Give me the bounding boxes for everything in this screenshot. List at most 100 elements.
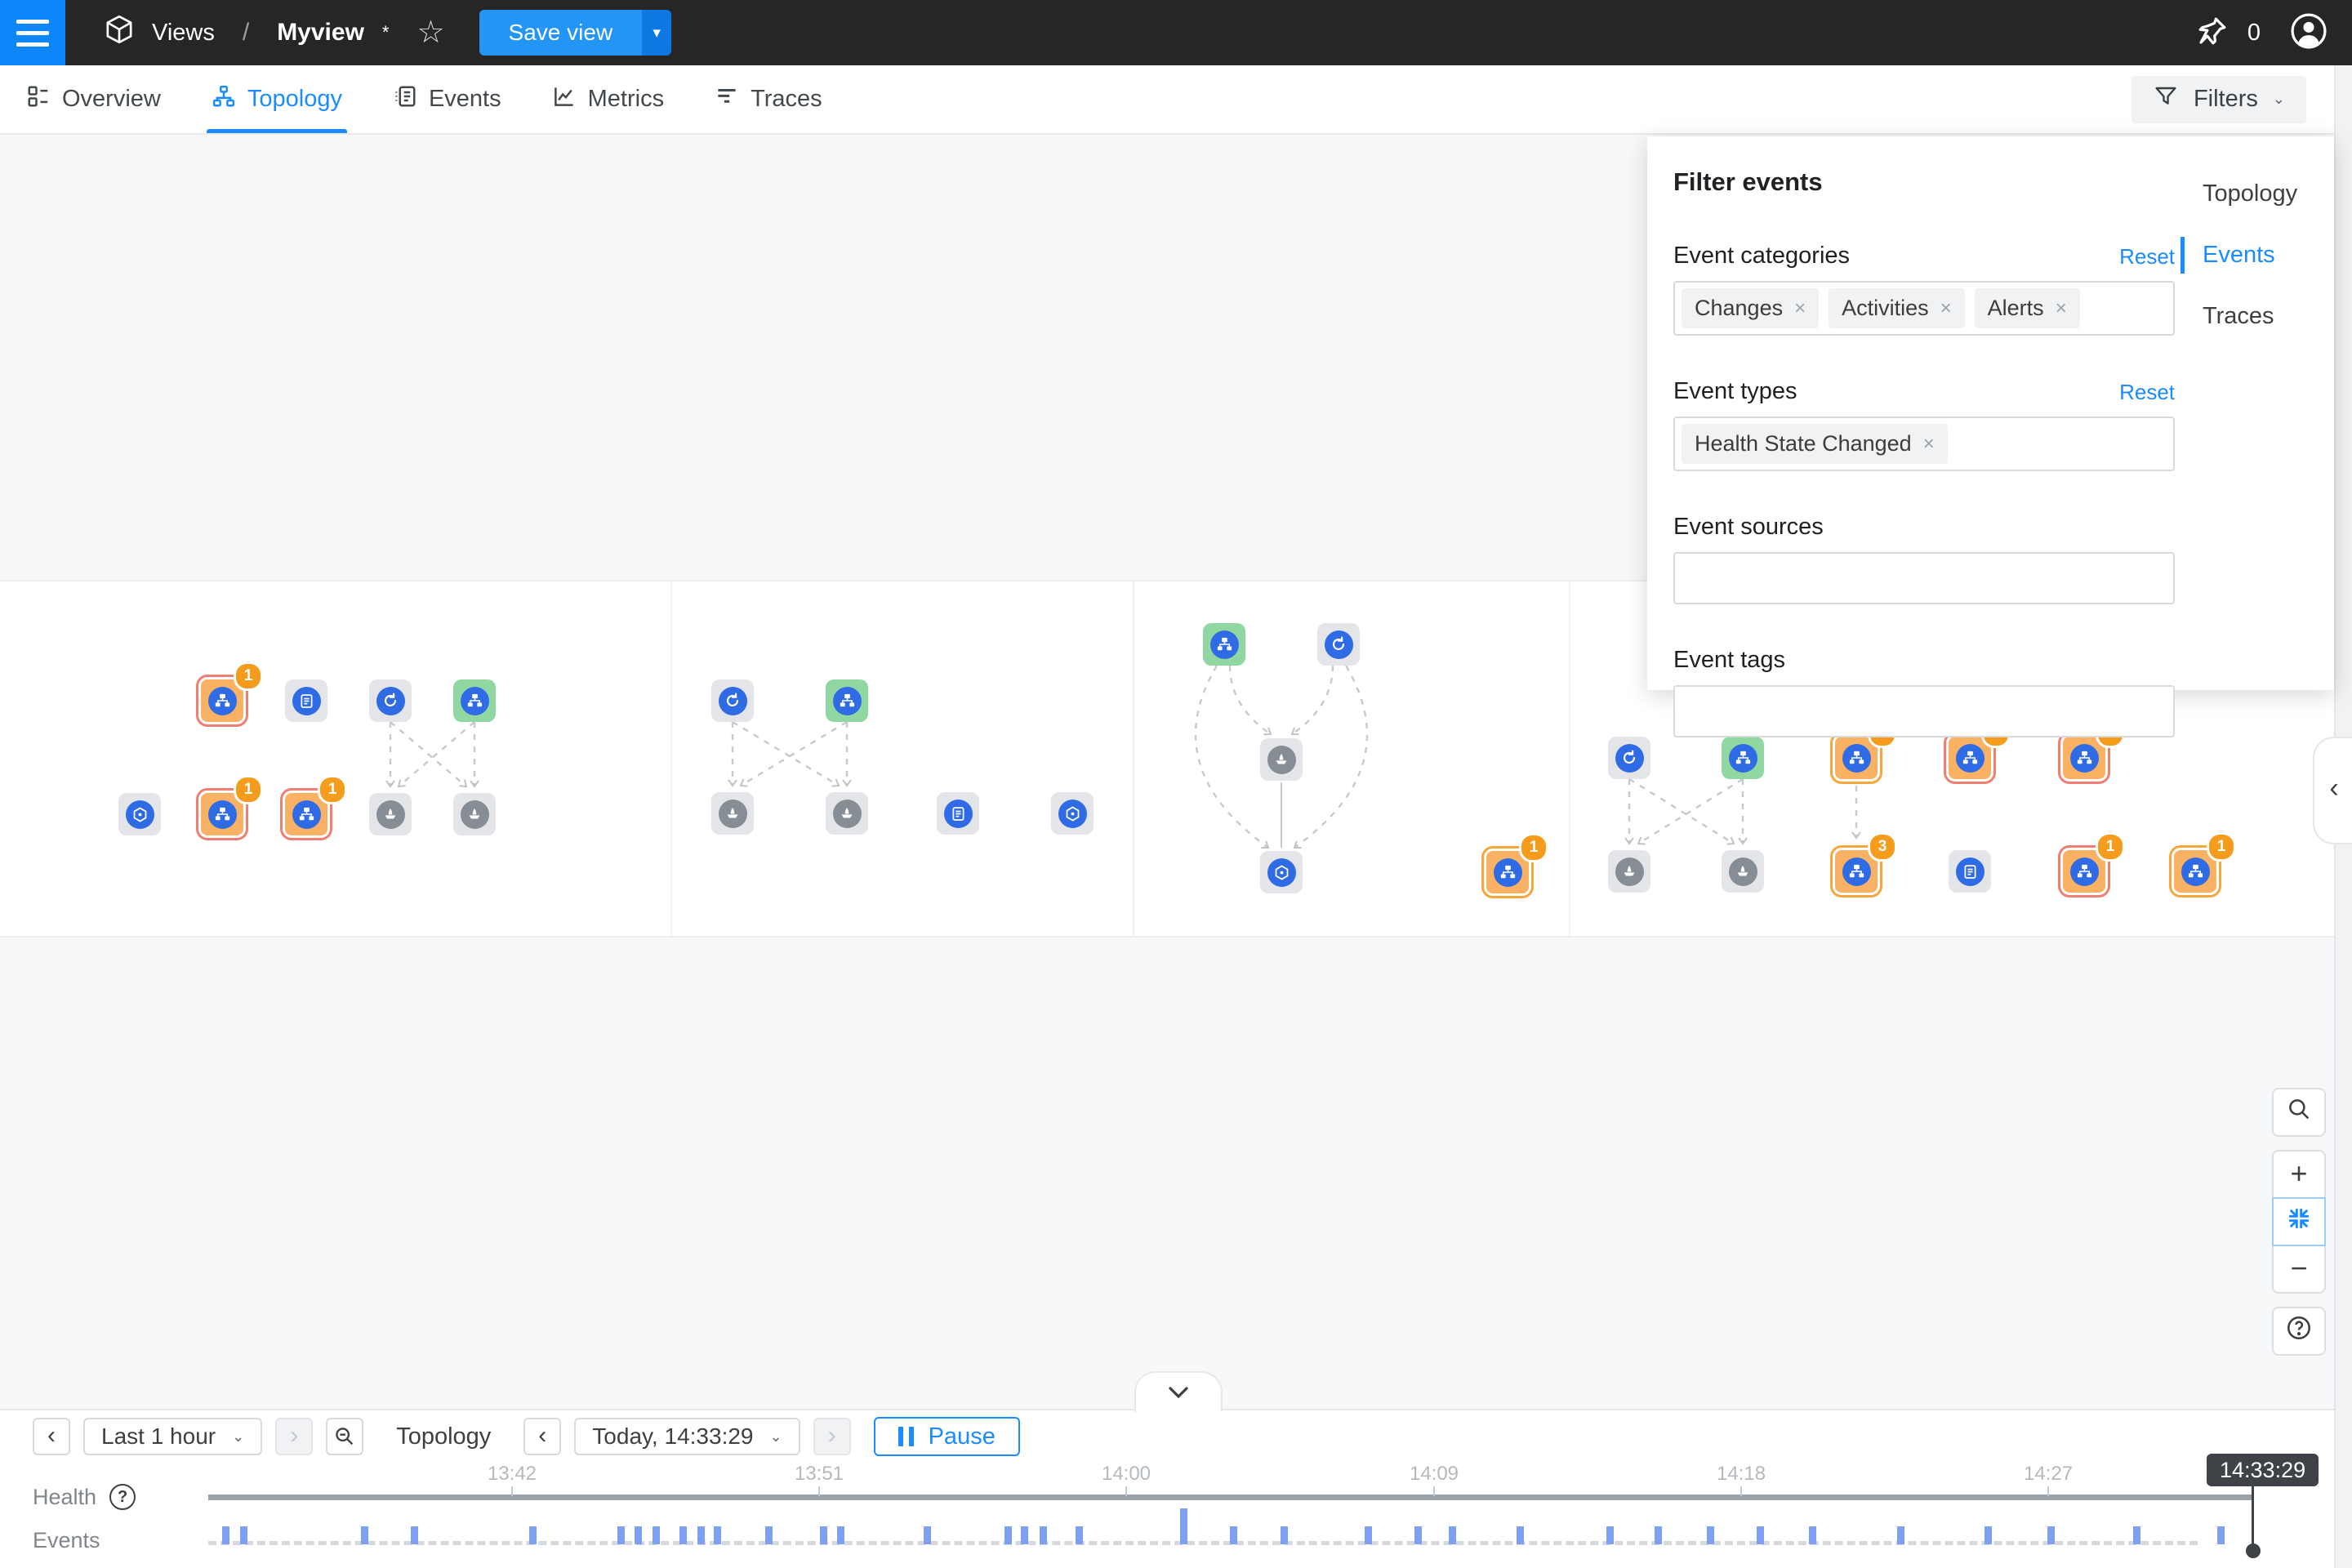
event-bar[interactable] [1655, 1526, 1662, 1544]
minus-button[interactable]: − [2272, 1245, 2326, 1294]
panel-nav-events[interactable]: Events [2180, 237, 2319, 274]
topology-node-app-gray[interactable] [1051, 792, 1094, 835]
health-state-bar[interactable] [208, 1494, 2253, 1500]
topology-node-refresh-gray[interactable] [1317, 623, 1360, 666]
timeline[interactable]: Health ? Events 13:4213:5114:0014:0914:1… [0, 1463, 2352, 1568]
views-breadcrumb-link[interactable]: Views [152, 20, 215, 47]
topology-node-sitemap-green[interactable] [1203, 623, 1245, 666]
pause-button[interactable]: Pause [874, 1417, 1020, 1456]
event-bar[interactable] [697, 1526, 705, 1544]
current-time-dropdown[interactable]: Today, 14:33:29 ⌄ [574, 1418, 800, 1455]
timeline-collapse-tab[interactable] [1134, 1371, 1223, 1412]
tab-metrics[interactable]: Metrics [552, 65, 664, 133]
time-range-dropdown[interactable]: Last 1 hour ⌄ [83, 1418, 262, 1455]
topology-node-rocket-gray[interactable] [1260, 738, 1303, 781]
filters-button[interactable]: Filters ⌄ [2132, 76, 2306, 123]
topology-node-sitemap-orange[interactable]: 1 [280, 788, 332, 840]
event-categories-input[interactable]: Changes×Activities×Alerts× [1673, 281, 2175, 336]
event-bar[interactable] [2133, 1526, 2140, 1544]
topology-node-sitemap-green[interactable] [1722, 737, 1764, 779]
topology-node-refresh-gray[interactable] [711, 679, 754, 722]
topology-node-rocket-gray[interactable] [711, 792, 754, 835]
hamburger-menu-button[interactable] [0, 0, 65, 65]
event-bar[interactable] [1021, 1526, 1028, 1544]
topology-node-refresh-gray[interactable] [369, 679, 412, 722]
favorite-star-icon[interactable]: ☆ [416, 17, 444, 48]
topology-node-refresh-gray[interactable] [1608, 737, 1650, 779]
save-view-dropdown-caret[interactable]: ▾ [642, 10, 671, 56]
chip-remove-icon[interactable]: × [1940, 297, 1952, 320]
topology-node-sitemap-orange[interactable]: 1 [1481, 846, 1534, 898]
event-bar[interactable] [1281, 1526, 1288, 1544]
tab-overview[interactable]: Overview [26, 65, 161, 133]
topology-node-rocket-gray[interactable] [1608, 850, 1650, 893]
topology-node-sitemap-orange[interactable]: 1 [1944, 732, 1996, 784]
event-bar[interactable] [1606, 1526, 1614, 1544]
chip-remove-icon[interactable]: × [2056, 297, 2067, 320]
topology-node-sitemap-green[interactable] [826, 679, 868, 722]
fit-button[interactable] [2272, 1197, 2326, 1246]
plus-button[interactable]: + [2272, 1150, 2326, 1199]
event-bar[interactable] [1757, 1526, 1764, 1544]
right-panel-collapse-handle[interactable]: ‹ [2313, 737, 2352, 844]
event-bar[interactable] [837, 1526, 844, 1544]
view-name[interactable]: Myview [277, 19, 364, 47]
topology-node-list-gray[interactable] [285, 679, 327, 722]
topology-node-sitemap-orange[interactable]: 1 [196, 675, 248, 727]
tab-topology[interactable]: Topology [212, 65, 342, 133]
topology-node-sitemap-orange[interactable]: 1 [2058, 845, 2110, 898]
pin-icon[interactable] [2195, 14, 2230, 52]
event-bar[interactable] [1449, 1526, 1456, 1544]
topology-node-app-gray[interactable] [1260, 851, 1303, 893]
event-bar[interactable] [1230, 1526, 1237, 1544]
chip-remove-icon[interactable]: × [1923, 433, 1935, 456]
event-bar[interactable] [529, 1526, 537, 1544]
event-bar[interactable] [361, 1526, 368, 1544]
event-bar[interactable] [820, 1526, 827, 1544]
topology-node-list-gray[interactable] [1949, 850, 1991, 893]
topology-node-sitemap-orange[interactable]: 1 [1830, 732, 1882, 784]
event-bar[interactable] [653, 1526, 660, 1544]
time-forward-button[interactable]: › [813, 1418, 851, 1455]
topology-node-app-gray[interactable] [118, 793, 161, 835]
event-bar[interactable] [635, 1526, 642, 1544]
event-categories-reset-link[interactable]: Reset [2119, 244, 2175, 270]
save-view-split-button[interactable]: Save view ▾ [479, 10, 672, 56]
topology-node-rocket-gray[interactable] [453, 793, 496, 835]
event-bar[interactable] [1809, 1526, 1816, 1544]
event-bar[interactable] [222, 1526, 229, 1544]
topology-node-sitemap-orange[interactable]: 1 [2058, 732, 2110, 784]
event-bar[interactable] [1984, 1526, 1992, 1544]
panel-nav-traces[interactable]: Traces [2180, 298, 2319, 335]
event-bar[interactable] [924, 1526, 931, 1544]
event-bar[interactable] [1517, 1526, 1524, 1544]
event-bar[interactable] [1365, 1526, 1372, 1544]
topology-node-list-gray[interactable] [937, 792, 979, 835]
zoom-out-time-button[interactable] [326, 1418, 363, 1455]
time-back-button[interactable]: ‹ [523, 1418, 561, 1455]
event-bar[interactable] [1707, 1526, 1714, 1544]
event-bar[interactable] [1040, 1526, 1047, 1544]
event-tags-input[interactable] [1673, 685, 2175, 737]
topology-node-sitemap-orange[interactable]: 3 [1830, 845, 1882, 898]
event-sources-input[interactable] [1673, 552, 2175, 604]
event-bar[interactable] [617, 1526, 625, 1544]
chip-remove-icon[interactable]: × [1794, 297, 1806, 320]
topology-node-sitemap-orange[interactable]: 1 [2169, 845, 2221, 898]
user-avatar[interactable] [2290, 12, 2328, 54]
event-bar[interactable] [411, 1526, 418, 1544]
range-back-button[interactable]: ‹ [33, 1418, 70, 1455]
event-bar[interactable] [1180, 1508, 1187, 1544]
current-time-line[interactable] [2252, 1485, 2254, 1547]
event-bar[interactable] [1004, 1526, 1012, 1544]
save-view-button[interactable]: Save view [479, 10, 643, 56]
range-forward-button[interactable]: › [275, 1418, 313, 1455]
event-types-reset-link[interactable]: Reset [2119, 380, 2175, 405]
panel-nav-topology[interactable]: Topology [2180, 176, 2319, 212]
tab-events[interactable]: Events [393, 65, 501, 133]
current-time-dot[interactable] [2246, 1544, 2261, 1558]
event-bar[interactable] [679, 1526, 687, 1544]
event-bar[interactable] [2217, 1526, 2225, 1544]
event-bar[interactable] [240, 1526, 247, 1544]
topology-node-sitemap-orange[interactable]: 1 [196, 788, 248, 840]
